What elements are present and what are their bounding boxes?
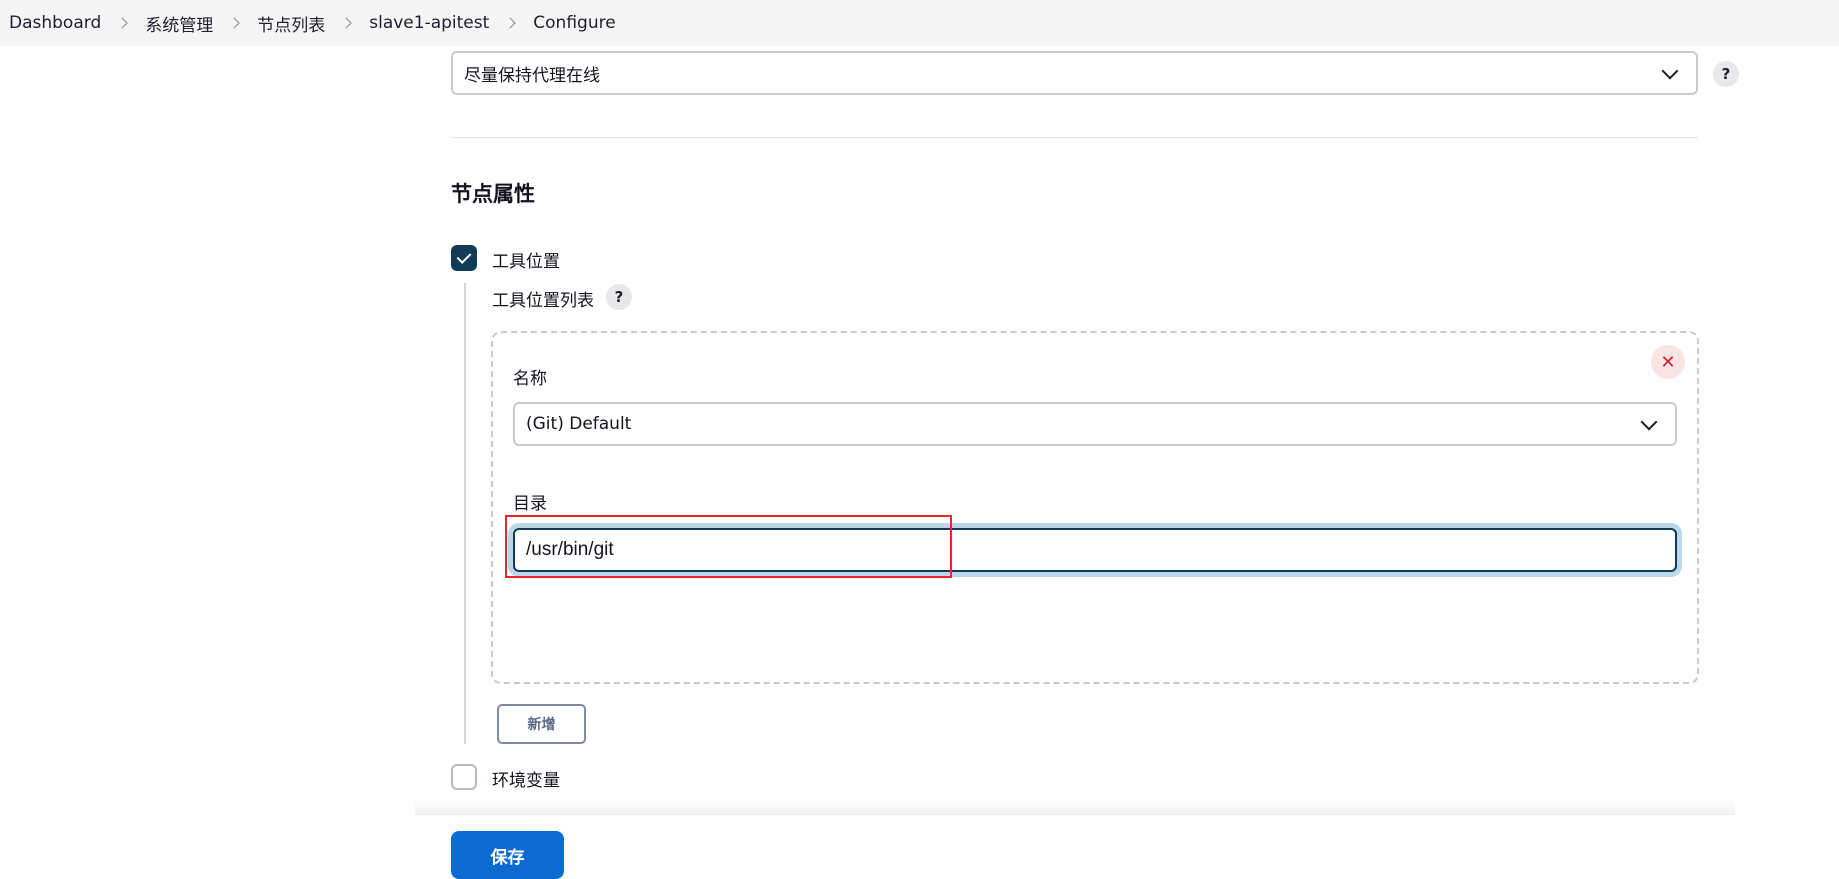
breadcrumb-node[interactable]: slave1-apitest [369, 13, 489, 33]
add-button[interactable]: 新增 [497, 704, 586, 744]
node-properties-title: 节点属性 [451, 182, 535, 206]
tool-locations-list-label: 工具位置列表 [492, 291, 594, 311]
section-indent-line [464, 283, 466, 744]
section-divider [451, 137, 1698, 138]
breadcrumb-configure[interactable]: Configure [533, 13, 615, 33]
chevron-right-icon [228, 17, 240, 29]
env-vars-label: 环境变量 [492, 771, 560, 791]
availability-select[interactable]: 尽量保持代理在线 [451, 51, 1698, 95]
tool-location-entry [491, 331, 1699, 684]
tool-name-label: 名称 [513, 369, 547, 389]
breadcrumb-system-manage[interactable]: 系统管理 [145, 11, 213, 36]
tool-name-select[interactable]: (Git) Default [513, 402, 1677, 446]
availability-help-icon[interactable]: ? [1713, 61, 1739, 87]
breadcrumb-node-list[interactable]: 节点列表 [257, 11, 325, 36]
chevron-right-icon [116, 17, 128, 29]
breadcrumb-dashboard[interactable]: Dashboard [0, 13, 101, 33]
check-icon [456, 249, 472, 264]
tool-locations-label: 工具位置 [492, 252, 560, 272]
tool-locations-checkbox[interactable] [451, 245, 477, 271]
tool-dir-label: 目录 [513, 494, 547, 514]
availability-select-value: 尽量保持代理在线 [464, 65, 600, 86]
bottom-bar-shadow [415, 800, 1735, 815]
save-button[interactable]: 保存 [451, 831, 564, 879]
tool-locations-help-icon[interactable]: ? [606, 284, 632, 310]
env-vars-checkbox[interactable] [451, 764, 477, 790]
close-icon[interactable]: ✕ [1651, 345, 1685, 379]
tool-dir-input[interactable] [513, 528, 1677, 572]
chevron-right-icon [340, 17, 352, 29]
tool-name-select-value: (Git) Default [526, 414, 632, 434]
chevron-down-icon [1661, 62, 1679, 80]
chevron-down-icon [1640, 413, 1658, 431]
chevron-right-icon [504, 17, 516, 29]
breadcrumb: Dashboard 系统管理 节点列表 slave1-apitest Confi… [0, 0, 1839, 46]
